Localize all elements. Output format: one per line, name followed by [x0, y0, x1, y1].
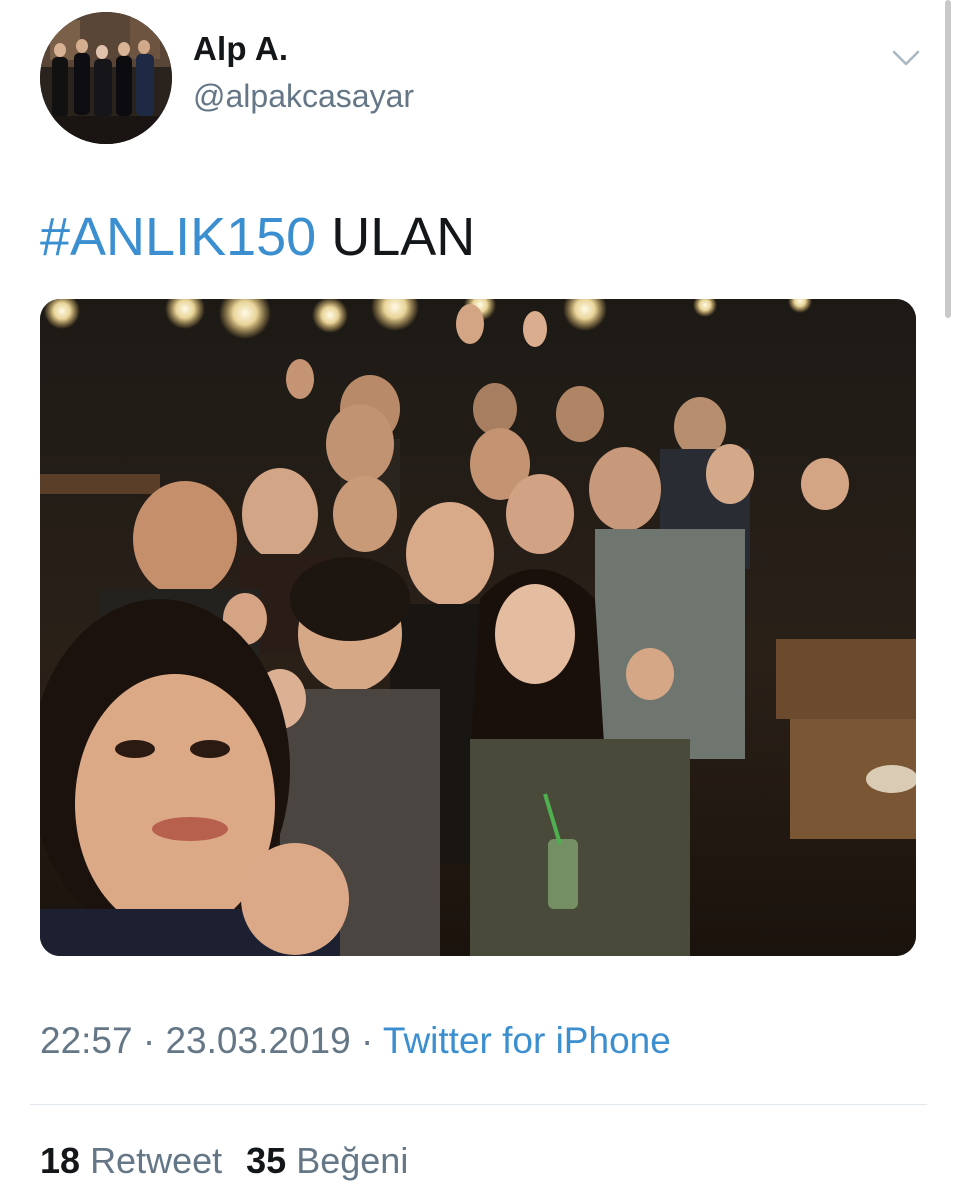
tweet-source-link[interactable]: Twitter for iPhone: [383, 1020, 671, 1061]
tweet-time: 22:57: [40, 1020, 133, 1061]
retweet-count: 18: [40, 1140, 81, 1181]
author-handle[interactable]: @alpakcasayar: [193, 78, 414, 115]
hashtag-link[interactable]: #ANLIK150: [40, 207, 316, 267]
tweet-photo[interactable]: [40, 299, 916, 956]
meta-separator: ·: [132, 1020, 166, 1061]
tweet-stats: 18 Retweet 35 Beğeni: [40, 1140, 408, 1182]
tweet-detail-view: Alp A. @alpakcasayar #ANLIK150 ULAN 22:5…: [0, 0, 957, 1200]
likes-stat[interactable]: 35 Beğeni: [246, 1140, 408, 1181]
like-count: 35: [246, 1140, 287, 1181]
retweet-label: Retweet: [90, 1140, 223, 1181]
tweet-meta: 22:57 · 23.03.2019 · Twitter for iPhone: [40, 1020, 671, 1062]
avatar[interactable]: [40, 12, 172, 144]
chevron-down-icon: [892, 50, 920, 66]
author-display-name[interactable]: Alp A.: [193, 30, 288, 68]
group-selfie-image: [40, 299, 916, 956]
retweets-stat[interactable]: 18 Retweet: [40, 1140, 222, 1181]
scrollbar[interactable]: [945, 0, 951, 318]
tweet-text-body: ULAN: [316, 207, 476, 267]
avatar-photo: [40, 12, 172, 144]
tweet-date: 23.03.2019: [165, 1020, 351, 1061]
like-label: Beğeni: [296, 1140, 409, 1181]
tweet-menu-button[interactable]: [888, 46, 924, 70]
meta-separator: ·: [350, 1020, 383, 1061]
tweet-text: #ANLIK150 ULAN: [40, 206, 475, 268]
divider: [30, 1104, 927, 1105]
